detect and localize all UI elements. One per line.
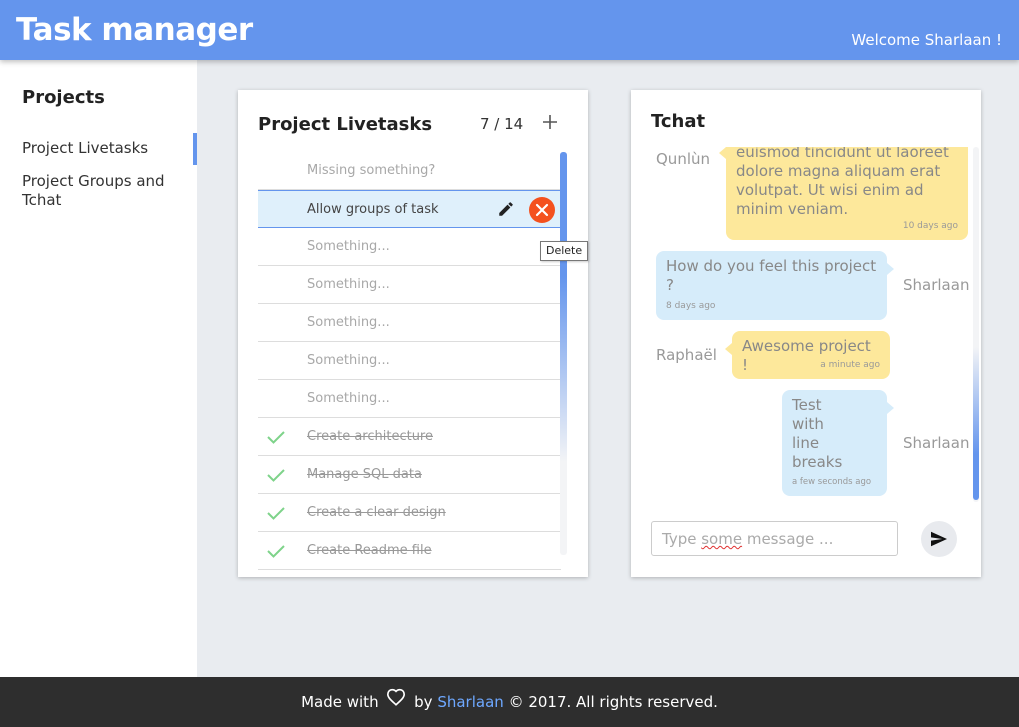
check-icon[interactable] (266, 541, 286, 561)
check-icon[interactable] (266, 503, 286, 523)
message-bubble: euismod tincidunt ut laoreet dolore magn… (719, 147, 968, 240)
input-placeholder: message ... (742, 530, 834, 548)
chat-scrollbar-thumb[interactable] (973, 347, 979, 500)
message-bubble: How do you feel this project ? 8 days ag… (656, 251, 894, 320)
pencil-icon[interactable] (497, 200, 515, 218)
sidebar-title: Projects (22, 87, 105, 108)
task-row-done[interactable]: Manage SQL data (258, 456, 561, 494)
app-title: Task manager (16, 12, 253, 48)
task-row-done[interactable]: Create a clear design (258, 494, 561, 532)
task-row[interactable]: Something... (258, 266, 561, 304)
message-text: Test with line breaks (792, 396, 843, 471)
check-icon[interactable] (266, 427, 286, 447)
message-bubble: Test with line breaks a few seconds ago (782, 390, 894, 496)
message-time: a minute ago (820, 360, 880, 370)
app-header: Task manager Welcome Sharlaan ! (0, 0, 1019, 60)
task-text: Manage SQL data (307, 467, 422, 482)
close-icon (535, 203, 549, 217)
task-list: Missing something? Allow groups of task … (258, 152, 561, 570)
sidebar: Projects Project Livetasks Project Group… (0, 60, 197, 677)
tasks-card: Project Livetasks 7 / 14 Missing somethi… (238, 90, 588, 577)
sidebar-item-project-groups-and-tchat[interactable]: Project Groups and Tchat (0, 172, 197, 210)
task-text: Something... (307, 315, 390, 330)
task-row-done[interactable]: Create architecture (258, 418, 561, 456)
task-row-done[interactable]: Create Readme file (258, 532, 561, 570)
task-text: Missing something? (307, 163, 436, 178)
task-scrollbar-thumb[interactable] (560, 152, 567, 462)
message-author: Sharlaan (903, 276, 970, 294)
task-row[interactable]: Missing something? (258, 152, 561, 190)
message-bubble: Awesome project ! a minute ago (725, 331, 890, 379)
plus-icon (543, 115, 557, 129)
input-placeholder: Type (662, 530, 702, 548)
task-text: Something... (307, 391, 390, 406)
footer-by: by (414, 693, 433, 711)
send-icon (931, 531, 947, 547)
message-author: Sharlaan (903, 434, 970, 452)
task-row[interactable]: Something... (258, 380, 561, 418)
message-time: a few seconds ago (792, 477, 872, 487)
delete-tooltip: Delete (540, 241, 589, 261)
tasks-title: Project Livetasks (258, 114, 433, 135)
message-author: Raphaël (656, 346, 717, 364)
footer-copyright: © 2017. All rights reserved. (508, 693, 718, 711)
tchat-card: Tchat Qunlùn euismod tincidunt ut laoree… (631, 90, 981, 577)
task-text: Allow groups of task (307, 202, 439, 217)
task-row[interactable]: Something... (258, 342, 561, 380)
footer-author-link[interactable]: Sharlaan (437, 693, 503, 711)
input-placeholder-misspelled: some (701, 530, 743, 548)
send-button[interactable] (921, 521, 957, 557)
delete-button[interactable] (529, 197, 555, 223)
tchat-title: Tchat (651, 111, 706, 132)
task-row[interactable]: Something... (258, 228, 561, 266)
task-text: Something... (307, 277, 390, 292)
task-text: Something... (307, 353, 390, 368)
task-row[interactable]: Something... (258, 304, 561, 342)
message-input[interactable]: Type some message ... (651, 521, 898, 556)
task-counter: 7 / 14 (480, 115, 524, 133)
chat-messages: Qunlùn euismod tincidunt ut laoreet dolo… (631, 147, 981, 507)
message-time: 8 days ago (666, 301, 716, 311)
welcome-text: Welcome Sharlaan ! (851, 31, 1002, 49)
heart-icon (386, 676, 406, 726)
add-task-button[interactable] (540, 110, 560, 134)
check-icon[interactable] (266, 465, 286, 485)
message-author: Qunlùn (656, 150, 711, 168)
task-text: Create Readme file (307, 543, 432, 558)
task-text: Something... (307, 239, 390, 254)
task-text: Create a clear design (307, 505, 446, 520)
message-text: euismod tincidunt ut laoreet dolore magn… (736, 147, 949, 218)
task-text: Create architecture (307, 429, 433, 444)
message-text: How do you feel this project ? (666, 257, 877, 294)
message-time: 10 days ago (902, 221, 958, 231)
task-row-selected[interactable]: Allow groups of task (258, 190, 561, 228)
footer: Made with by Sharlaan © 2017. All rights… (0, 677, 1019, 727)
sidebar-item-project-livetasks[interactable]: Project Livetasks (0, 133, 197, 165)
footer-made-with: Made with (301, 693, 379, 711)
